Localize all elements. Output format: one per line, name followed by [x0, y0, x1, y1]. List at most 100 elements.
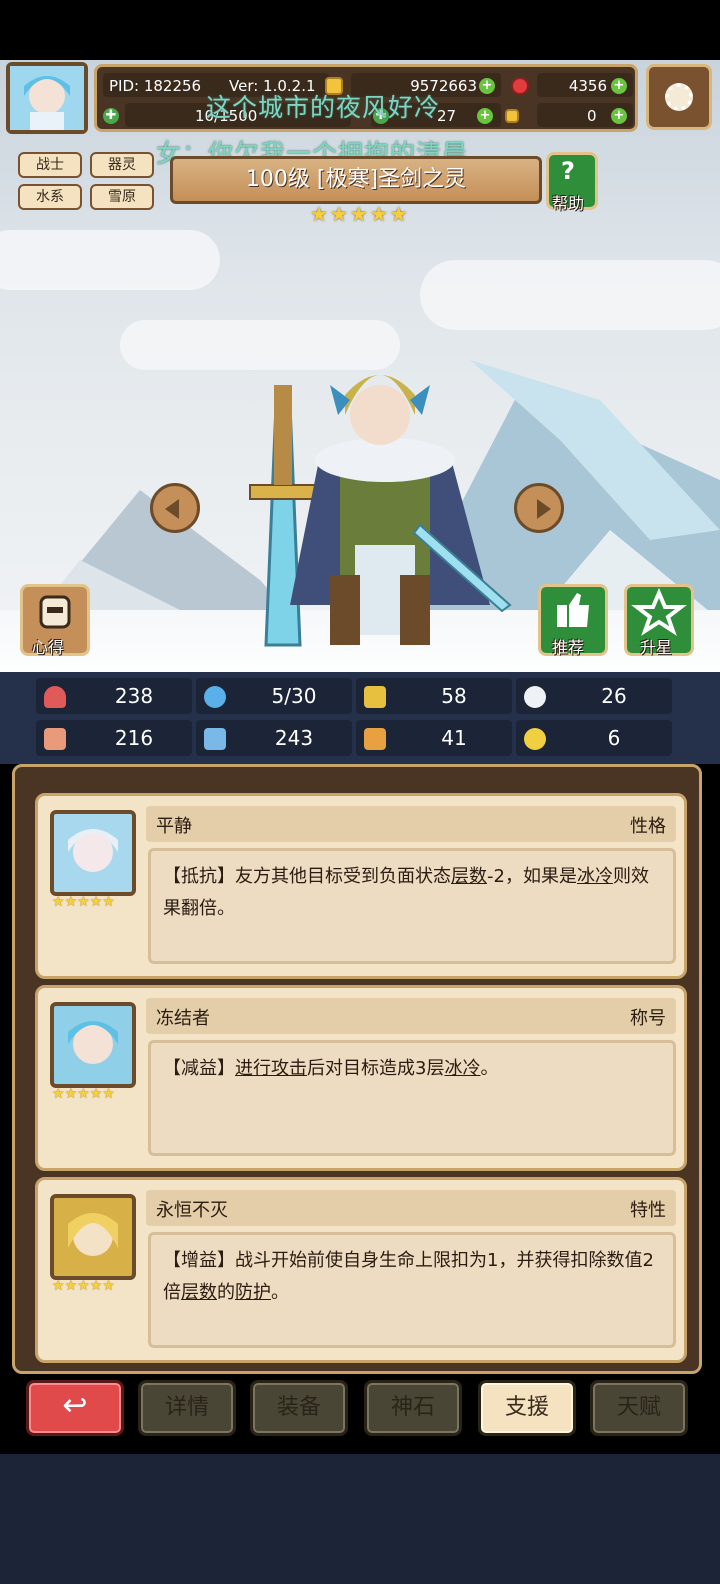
- stat-speed: 26: [516, 678, 672, 714]
- portrait-stars: ★ ★ ★ ★ ★: [52, 894, 115, 910]
- card-header: 永恒不灭 特性: [146, 1190, 676, 1226]
- hero-stars: ★ ★ ★ ★ ★: [310, 202, 408, 226]
- portrait-stars: ★ ★ ★ ★ ★: [52, 1086, 115, 1102]
- gem-value: 4356: [568, 77, 607, 95]
- stat-armor-value: 41: [441, 726, 467, 750]
- hero-character-icon: [249, 375, 512, 647]
- add-key-button[interactable]: +: [611, 108, 627, 124]
- star-outline-icon: [631, 587, 687, 636]
- trait-card-title[interactable]: ★ ★ ★ ★ ★ 冻结者 称号 【减益】进行攻击后对目标造成3层冰冷。: [35, 985, 687, 1171]
- hero-sprite: [220, 345, 520, 670]
- spellbook-icon: [204, 728, 226, 750]
- star-icon: ★: [389, 202, 408, 226]
- portrait-icon: [50, 1002, 136, 1088]
- tab-divine-stone[interactable]: 神石: [364, 1380, 462, 1436]
- stat-mana-value: 5/30: [271, 684, 317, 708]
- tag-region: 雪原: [90, 184, 154, 210]
- keyword-link[interactable]: 层数: [451, 866, 487, 887]
- add-gem-button[interactable]: +: [611, 78, 627, 94]
- stat-hp-value: 238: [114, 684, 154, 708]
- trait-name: 冻结者: [156, 1008, 210, 1029]
- prev-hero-button[interactable]: [150, 483, 200, 533]
- next-hero-button[interactable]: [514, 483, 564, 533]
- stat-defense-value: 58: [441, 684, 467, 708]
- trait-description: 【抵抗】友方其他目标受到负面状态层数-2，如果是冰冷则效果翻倍。: [148, 848, 676, 964]
- trait-description: 【增益】战斗开始前使自身生命上限扣为1，并获得扣除数值2倍层数的防护。: [148, 1232, 676, 1348]
- armor-icon: [364, 728, 386, 750]
- keyword-link[interactable]: 进行攻击: [235, 1058, 307, 1079]
- stat-magic-value: 243: [274, 726, 314, 750]
- tab-talent[interactable]: 天赋: [590, 1380, 688, 1436]
- trait-card-feature[interactable]: ★ ★ ★ ★ ★ 永恒不灭 特性 【增益】战斗开始前使自身生命上限扣为1，并获得扣除数…: [35, 1177, 687, 1363]
- stat-defense: 58: [356, 678, 512, 714]
- stat-mana: 5/30: [196, 678, 352, 714]
- gem-icon: [511, 77, 529, 95]
- tab-details[interactable]: 详情: [138, 1380, 236, 1436]
- player-avatar[interactable]: [6, 62, 88, 134]
- question-icon: ?: [561, 157, 575, 185]
- key-icon: [505, 109, 519, 123]
- trait-kind: 特性: [630, 1200, 666, 1221]
- trait-card-personality[interactable]: ★ ★ ★ ★ ★ 平静 性格 【抵抗】友方其他目标受到负面状态层数-2，如果是冰冷则效…: [35, 793, 687, 979]
- card-header: 平静 性格: [146, 806, 676, 842]
- hero-title: 100级 [极寒]圣剑之灵: [170, 156, 542, 204]
- notes-label: 心得: [32, 638, 65, 657]
- star-icon: ★: [369, 202, 388, 226]
- stat-crit-value: 6: [607, 726, 621, 750]
- trait-name: 永恒不灭: [156, 1200, 228, 1221]
- marquee-line-1: 这个城市的夜风好冷: [206, 93, 441, 122]
- stats-bar: 238 5/30 58 26 216 243 41 6: [0, 672, 720, 764]
- card-header: 冻结者 称号: [146, 998, 676, 1034]
- help-label: 帮助: [552, 194, 585, 213]
- tab-equipment[interactable]: 装备: [250, 1380, 348, 1436]
- star-up-label: 升星: [640, 638, 673, 657]
- stat-armor: 41: [356, 720, 512, 756]
- keyword-link[interactable]: 防护: [235, 1282, 271, 1303]
- heart-icon: [44, 686, 66, 708]
- footer-area: [0, 1454, 720, 1584]
- back-arrow-icon: ↩: [62, 1388, 88, 1423]
- chevron-left-icon: [165, 499, 179, 519]
- book-icon: [39, 595, 71, 629]
- settings-button[interactable]: [646, 64, 712, 130]
- back-button[interactable]: ↩: [26, 1380, 124, 1436]
- trait-kind: 性格: [630, 816, 666, 837]
- energy-icon: ✚: [103, 108, 119, 124]
- portrait-stars: ★ ★ ★ ★ ★: [52, 1278, 115, 1294]
- fist-icon: [44, 728, 66, 750]
- keyword-link[interactable]: 冰冷: [444, 1058, 480, 1079]
- tag-class: 战士: [18, 152, 82, 178]
- stat-attack: 216: [36, 720, 192, 756]
- trait-kind: 称号: [630, 1008, 666, 1029]
- avatar-portrait-icon: [10, 66, 84, 130]
- stat-attack-value: 216: [114, 726, 154, 750]
- recommend-label: 推荐: [552, 638, 585, 657]
- pid-label: PID: 182256: [109, 77, 202, 95]
- trait-description: 【减益】进行攻击后对目标造成3层冰冷。: [148, 1040, 676, 1156]
- portrait-icon: [50, 1194, 136, 1280]
- water-drop-icon: [204, 686, 226, 708]
- keyword-link[interactable]: 层数: [181, 1282, 217, 1303]
- bottom-tab-bar: ↩ 详情 装备 神石 支援 天赋: [0, 1374, 720, 1454]
- thumbs-up-icon: [557, 593, 589, 627]
- tag-type: 器灵: [90, 152, 154, 178]
- stat-speed-value: 26: [601, 684, 627, 708]
- status-bar: [0, 0, 720, 60]
- star-icon: ★: [349, 202, 368, 226]
- star-icon: ★: [310, 202, 328, 226]
- add-gold-button[interactable]: +: [479, 78, 495, 94]
- star-icon: ★: [329, 202, 348, 226]
- support-panel: ★ ★ ★ ★ ★ 平静 性格 【抵抗】友方其他目标受到负面状态层数-2，如果是冰冷则效…: [12, 764, 702, 1374]
- add-ticket-button[interactable]: +: [477, 108, 493, 124]
- chevron-right-icon: [537, 499, 551, 519]
- keyword-link[interactable]: 冰冷: [577, 866, 613, 887]
- shield-icon: [364, 686, 386, 708]
- stat-magic: 243: [196, 720, 352, 756]
- gear-icon: [665, 83, 693, 111]
- trait-name: 平静: [156, 816, 192, 837]
- wing-icon: [524, 686, 546, 708]
- horseshoe-icon: [524, 728, 546, 750]
- tab-support[interactable]: 支援: [478, 1380, 576, 1436]
- stat-hp: 238: [36, 678, 192, 714]
- tag-element: 水系: [18, 184, 82, 210]
